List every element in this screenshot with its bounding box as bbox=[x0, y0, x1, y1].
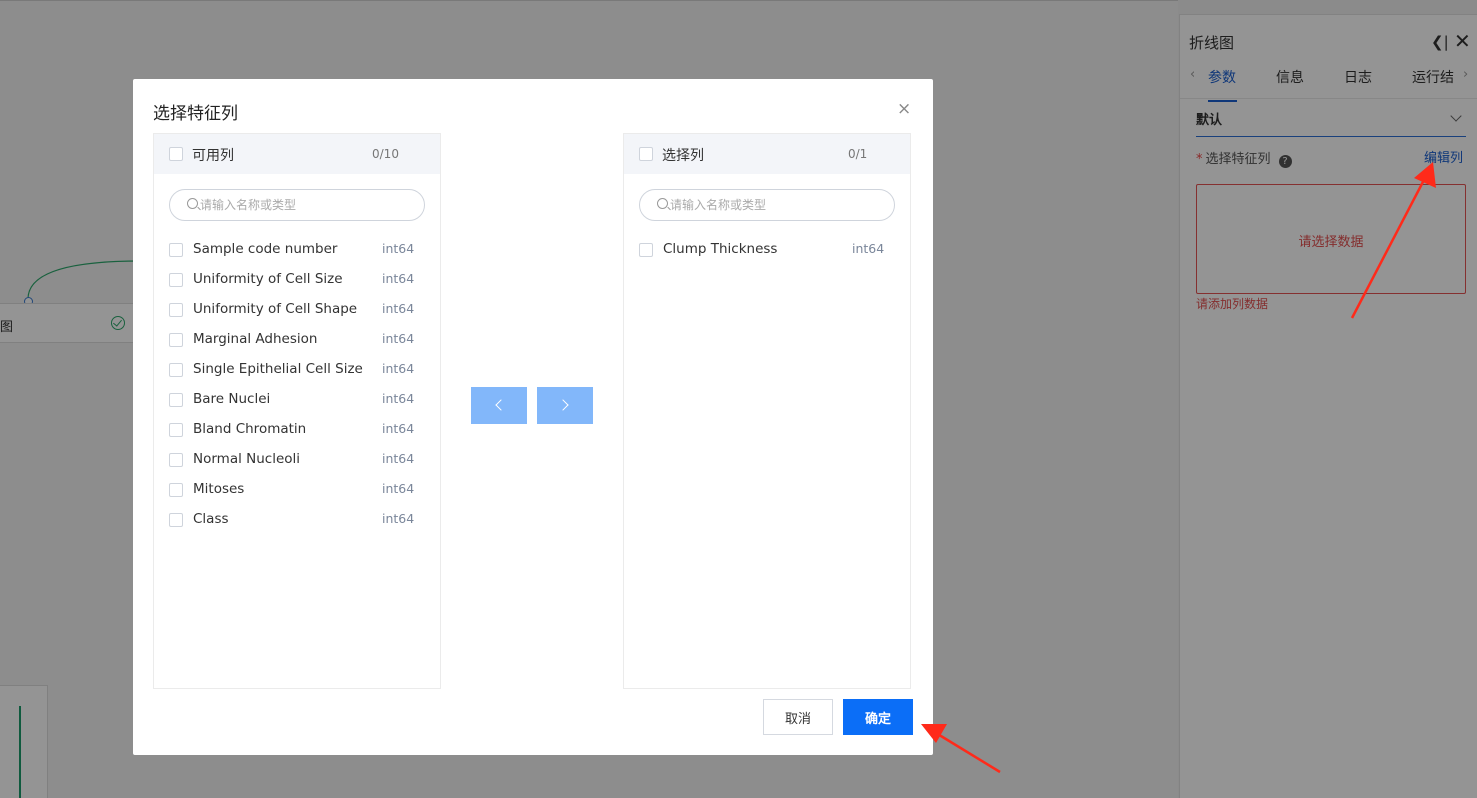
list-item[interactable]: Clump Thickness int64 bbox=[639, 236, 899, 266]
column-list: Sample code number int64 Uniformity of Cel… bbox=[169, 236, 429, 536]
list-item[interactable]: Normal Nucleoli int64 bbox=[169, 446, 429, 476]
item-checkbox[interactable] bbox=[169, 243, 183, 257]
panel-title: 选择列 bbox=[662, 148, 704, 164]
item-type: int64 bbox=[852, 241, 885, 256]
item-type: int64 bbox=[382, 451, 415, 466]
item-name: Bland Chromatin bbox=[193, 421, 307, 437]
selection-count: 0/10 bbox=[372, 147, 399, 161]
list-item[interactable]: Class int64 bbox=[169, 506, 429, 536]
search-icon bbox=[657, 198, 668, 209]
item-type: int64 bbox=[382, 511, 415, 526]
item-checkbox[interactable] bbox=[169, 423, 183, 437]
list-item[interactable]: Uniformity of Cell Shape int64 bbox=[169, 296, 429, 326]
search-box bbox=[169, 189, 425, 221]
cancel-button[interactable]: 取消 bbox=[763, 699, 833, 735]
list-item[interactable]: Bare Nuclei int64 bbox=[169, 386, 429, 416]
item-checkbox[interactable] bbox=[169, 513, 183, 527]
search-input[interactable] bbox=[200, 195, 410, 215]
item-name: Uniformity of Cell Size bbox=[193, 271, 343, 287]
item-name: Clump Thickness bbox=[663, 241, 778, 257]
list-item[interactable]: Marginal Adhesion int64 bbox=[169, 326, 429, 356]
item-type: int64 bbox=[382, 391, 415, 406]
item-name: Marginal Adhesion bbox=[193, 331, 318, 347]
selection-count: 0/1 bbox=[848, 147, 868, 161]
item-type: int64 bbox=[382, 271, 415, 286]
item-type: int64 bbox=[382, 481, 415, 496]
item-checkbox[interactable] bbox=[169, 273, 183, 287]
item-name: Uniformity of Cell Shape bbox=[193, 301, 358, 317]
item-type: int64 bbox=[382, 301, 415, 316]
select-columns-dialog: 选择特征列 × 可用列 0/10 Sample code number int64… bbox=[133, 79, 933, 755]
select-all-checkbox[interactable] bbox=[169, 147, 183, 161]
move-left-button[interactable] bbox=[471, 387, 527, 424]
dialog-title: 选择特征列 bbox=[153, 104, 238, 124]
item-type: int64 bbox=[382, 331, 415, 346]
panel-header: 可用列 0/10 bbox=[154, 134, 440, 174]
item-checkbox[interactable] bbox=[169, 483, 183, 497]
chevron-left-icon bbox=[495, 399, 507, 411]
available-columns-panel: 可用列 0/10 Sample code numberint64Uniformi… bbox=[153, 133, 441, 689]
list-item[interactable]: Single Epithelial Cell Size int64 bbox=[169, 356, 429, 386]
item-checkbox[interactable] bbox=[169, 303, 183, 317]
item-name: Normal Nucleoli bbox=[193, 451, 301, 467]
list-item[interactable]: Sample code number int64 bbox=[169, 236, 429, 266]
item-type: int64 bbox=[382, 421, 415, 436]
item-name: Mitoses bbox=[193, 481, 245, 497]
item-name: Sample code number bbox=[193, 241, 338, 257]
search-box bbox=[639, 189, 895, 221]
move-right-button[interactable] bbox=[537, 387, 593, 424]
item-checkbox[interactable] bbox=[169, 333, 183, 347]
item-name: Single Epithelial Cell Size bbox=[193, 361, 363, 377]
list-item[interactable]: Mitoses int64 bbox=[169, 476, 429, 506]
search-icon bbox=[187, 198, 198, 209]
item-name: Bare Nuclei bbox=[193, 391, 271, 407]
panel-title: 可用列 bbox=[192, 148, 234, 164]
panel-header: 选择列 0/1 bbox=[624, 134, 910, 174]
select-all-checkbox[interactable] bbox=[639, 147, 653, 161]
confirm-button[interactable]: 确定 bbox=[843, 699, 913, 735]
search-input[interactable] bbox=[670, 195, 880, 215]
list-item[interactable]: Bland Chromatin int64 bbox=[169, 416, 429, 446]
column-list: Clump Thickness int64 bbox=[639, 236, 899, 266]
selected-columns-panel: 选择列 0/1 Clump Thickness int64 bbox=[623, 133, 911, 689]
item-checkbox[interactable] bbox=[169, 393, 183, 407]
item-type: int64 bbox=[382, 241, 415, 256]
item-checkbox[interactable] bbox=[639, 243, 653, 257]
chevron-right-icon bbox=[557, 399, 569, 411]
item-name: Class bbox=[193, 511, 229, 527]
list-item[interactable]: Uniformity of Cell Size int64 bbox=[169, 266, 429, 296]
item-checkbox[interactable] bbox=[169, 363, 183, 377]
item-checkbox[interactable] bbox=[169, 453, 183, 467]
close-icon[interactable]: × bbox=[897, 99, 911, 119]
item-type: int64 bbox=[382, 361, 415, 376]
